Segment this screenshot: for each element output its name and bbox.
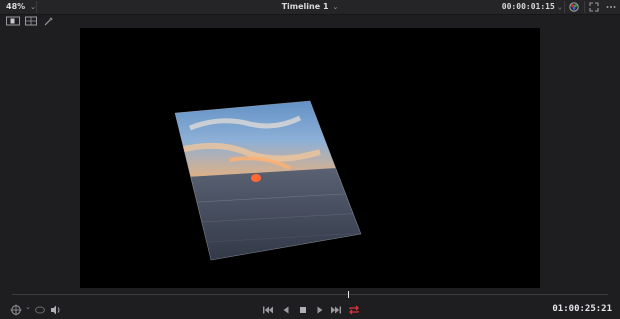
viewer-header: 48% ⌄ Timeline 1 ⌄ 00:00:01:15 ⌄ bbox=[0, 0, 620, 15]
stop-icon[interactable] bbox=[297, 304, 309, 316]
skip-to-start-icon[interactable] bbox=[262, 304, 274, 316]
mask-icon[interactable] bbox=[34, 304, 46, 316]
skip-to-end-icon[interactable] bbox=[330, 304, 342, 316]
color-wheel-icon[interactable] bbox=[568, 1, 580, 13]
transport-controls: ⌄ bbox=[0, 300, 620, 319]
timeline-name: Timeline 1 bbox=[281, 2, 329, 11]
video-viewer[interactable] bbox=[80, 28, 540, 288]
ellipsis-icon[interactable] bbox=[605, 1, 617, 13]
play-icon[interactable] bbox=[314, 304, 326, 316]
magic-wand-icon[interactable] bbox=[44, 16, 54, 26]
divider bbox=[564, 1, 565, 13]
loop-icon[interactable] bbox=[348, 304, 360, 316]
play-reverse-icon[interactable] bbox=[280, 304, 292, 316]
dropdown[interactable] bbox=[10, 304, 24, 316]
divider bbox=[584, 1, 585, 13]
source-timecode-dropdown[interactable]: 00:00:01:15 ⌄ bbox=[502, 2, 562, 11]
scrubber-bar[interactable] bbox=[12, 294, 608, 295]
transform-icon[interactable] bbox=[6, 16, 20, 26]
speaker-icon[interactable] bbox=[50, 304, 62, 316]
source-timecode: 00:00:01:15 bbox=[501, 2, 555, 11]
sunset-over-ocean-image bbox=[174, 100, 362, 261]
playhead[interactable] bbox=[348, 291, 349, 298]
chevron-down-icon[interactable]: ⌄ bbox=[25, 303, 31, 311]
viewer-toolbar bbox=[0, 15, 620, 27]
expand-icon[interactable] bbox=[588, 1, 600, 13]
chevron-down-icon: ⌄ bbox=[557, 3, 562, 11]
chevron-down-icon: ⌄ bbox=[332, 3, 339, 11]
record-timecode: 01:00:25:21 bbox=[552, 304, 612, 314]
onscreen-controls-icon[interactable] bbox=[25, 16, 37, 26]
